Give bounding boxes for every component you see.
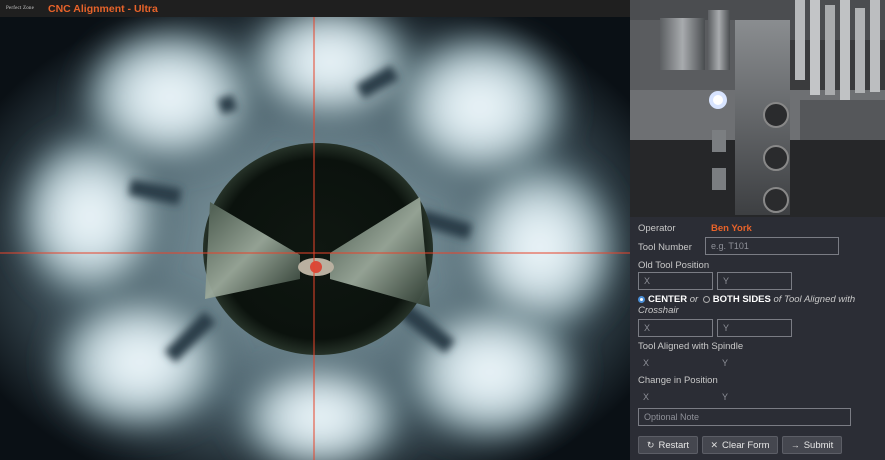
operator-name: Ben York bbox=[711, 223, 752, 234]
arrow-right-icon: → bbox=[790, 440, 800, 450]
old-position-label: Old Tool Position bbox=[638, 260, 710, 271]
restart-button[interactable]: ↻ Restart bbox=[638, 436, 698, 454]
note-input[interactable]: Optional Note bbox=[638, 408, 851, 426]
change-label: Change in Position bbox=[638, 375, 718, 386]
tool-number-label: Tool Number bbox=[638, 242, 692, 253]
operator-label: Operator bbox=[638, 223, 676, 234]
alignment-mode: CENTER or BOTH SIDES of Tool Aligned wit… bbox=[638, 294, 855, 305]
close-icon: ✕ bbox=[710, 439, 719, 450]
alignment-suffix: of Tool Aligned with bbox=[773, 294, 856, 305]
restart-label: Restart bbox=[658, 439, 690, 451]
spindle-label: Tool Aligned with Spindle bbox=[638, 341, 744, 352]
machine-photo bbox=[630, 0, 885, 217]
both-sides-radio[interactable] bbox=[702, 295, 710, 303]
app-title: CNC Alignment - Ultra bbox=[48, 2, 158, 15]
spindle-x-value: X bbox=[643, 358, 650, 368]
clear-form-button[interactable]: ✕ Clear Form bbox=[702, 436, 778, 454]
old-y-input[interactable]: Y bbox=[717, 272, 792, 290]
spindle-y-value: Y bbox=[722, 358, 729, 368]
alignment-or: or bbox=[689, 294, 699, 305]
camera-view[interactable] bbox=[0, 17, 630, 460]
crosshair bbox=[0, 17, 630, 460]
submit-button[interactable]: → Submit bbox=[782, 436, 842, 454]
alignment-suffix-2: Crosshair bbox=[638, 305, 679, 316]
center-option-label: CENTER bbox=[648, 294, 688, 305]
old-x-input[interactable]: X bbox=[638, 272, 713, 290]
app-logo: Perfect Zone bbox=[5, 6, 35, 11]
tool-number-input[interactable]: e.g. T101 bbox=[705, 237, 839, 255]
change-x-value: X bbox=[643, 392, 650, 402]
change-y-value: Y bbox=[722, 392, 729, 402]
title-bar: Perfect Zone CNC Alignment - Ultra bbox=[0, 0, 630, 17]
center-radio[interactable] bbox=[638, 295, 645, 303]
alignment-form: Operator Ben York Tool Number e.g. T101 … bbox=[630, 217, 885, 460]
both-sides-option-label: BOTH SIDES bbox=[712, 294, 771, 305]
aligned-y-input[interactable]: Y bbox=[717, 319, 792, 337]
restart-icon: ↻ bbox=[646, 439, 655, 450]
machine-image bbox=[630, 0, 885, 217]
clear-form-label: Clear Form bbox=[722, 439, 770, 451]
submit-label: Submit bbox=[803, 439, 834, 451]
aligned-x-input[interactable]: X bbox=[638, 319, 713, 337]
